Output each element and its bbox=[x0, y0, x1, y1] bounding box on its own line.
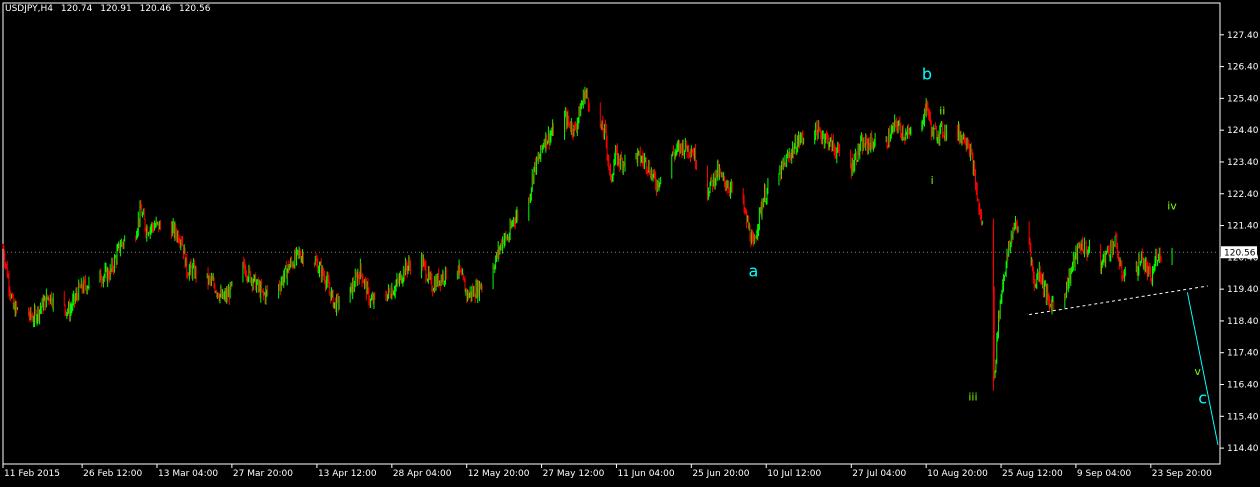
wave-label: b bbox=[922, 64, 932, 83]
wave-label: a bbox=[749, 261, 759, 280]
close-value: 120.56 bbox=[178, 4, 211, 14]
trendline bbox=[1029, 285, 1208, 316]
x-tick-label: 23 Sep 20:00 bbox=[1152, 469, 1212, 479]
y-tick-label: 123.40 bbox=[1227, 158, 1259, 168]
y-tick-label: 117.40 bbox=[1227, 349, 1259, 359]
y-tick-label: 119.40 bbox=[1227, 285, 1259, 295]
x-tick-label: 25 Aug 12:00 bbox=[1002, 469, 1063, 479]
x-tick-label: 11 Feb 2015 bbox=[4, 469, 60, 479]
chart-canvas[interactable]: 127.40 126.40 125.40 124.40 123.40 122.40 121.… bbox=[0, 0, 1260, 483]
y-tick-label: 124.40 bbox=[1227, 126, 1259, 136]
y-tick-label: 121.40 bbox=[1227, 222, 1259, 232]
open-value: 120.74 bbox=[60, 4, 93, 14]
x-tick-label: 11 Jun 04:00 bbox=[617, 469, 674, 479]
x-tick-label: 10 Aug 20:00 bbox=[927, 469, 988, 479]
plot-frame bbox=[2, 2, 1221, 465]
wave-label: iii bbox=[968, 390, 977, 403]
y-tick-label: 114.40 bbox=[1227, 444, 1259, 454]
x-tick-label: 13 Apr 12:00 bbox=[318, 469, 377, 479]
y-tick-label: 126.40 bbox=[1227, 63, 1259, 73]
low-value: 120.46 bbox=[139, 4, 172, 14]
x-tick-label: 10 Jul 12:00 bbox=[767, 469, 821, 479]
projection-line bbox=[1186, 292, 1219, 446]
x-tick-label: 27 May 12:00 bbox=[543, 469, 605, 479]
price-tag-label: 120.56 bbox=[1224, 248, 1256, 258]
high-value: 120.91 bbox=[100, 4, 132, 14]
wave-label: i bbox=[931, 174, 934, 187]
x-tick-label: 9 Sep 04:00 bbox=[1077, 469, 1132, 479]
y-tick-label: 115.40 bbox=[1227, 412, 1259, 422]
y-tick-label: 118.40 bbox=[1227, 317, 1259, 327]
x-tick-label: 26 Feb 12:00 bbox=[83, 469, 142, 479]
wave-label: iv bbox=[1167, 200, 1177, 213]
wave-label: c bbox=[1198, 389, 1207, 408]
symbol-label: USDJPY,H4 bbox=[5, 4, 53, 14]
x-tick-label: 13 Mar 04:00 bbox=[158, 469, 218, 479]
x-tick-label: 27 Jul 04:00 bbox=[852, 469, 906, 479]
y-tick-label: 127.40 bbox=[1227, 31, 1259, 41]
x-tick-label: 27 Mar 20:00 bbox=[233, 469, 293, 479]
wave-label: v bbox=[1194, 365, 1201, 378]
wave-label: ii bbox=[939, 104, 945, 117]
price-chart[interactable]: 127.40 126.40 125.40 124.40 123.40 122.40 121.… bbox=[0, 0, 1260, 483]
chart-header: USDJPY,H4 120.74 120.91 120.46 120.56 bbox=[5, 4, 215, 14]
x-tick-label: 25 Jun 20:00 bbox=[692, 469, 749, 479]
x-tick-label: 28 Apr 04:00 bbox=[393, 469, 452, 479]
y-tick-label: 125.40 bbox=[1227, 94, 1259, 104]
y-tick-label: 116.40 bbox=[1227, 381, 1259, 391]
x-tick-label: 12 May 20:00 bbox=[468, 469, 530, 479]
y-tick-label: 122.40 bbox=[1227, 190, 1259, 200]
